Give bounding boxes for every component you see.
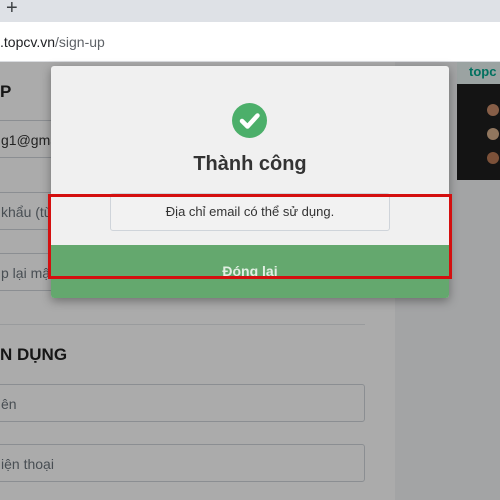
dialog-title: Thành công — [193, 153, 307, 175]
new-tab-button[interactable]: + — [6, 0, 18, 19]
address-bar[interactable]: .topcv.vn/sign-up — [0, 22, 500, 62]
url-text[interactable]: .topcv.vn/sign-up — [0, 34, 105, 50]
url-host: .topcv.vn — [0, 34, 55, 50]
check-circle-icon — [232, 103, 267, 138]
url-path: /sign-up — [55, 34, 105, 50]
browser-tab-strip: + — [0, 0, 500, 22]
highlight-box — [48, 194, 452, 279]
